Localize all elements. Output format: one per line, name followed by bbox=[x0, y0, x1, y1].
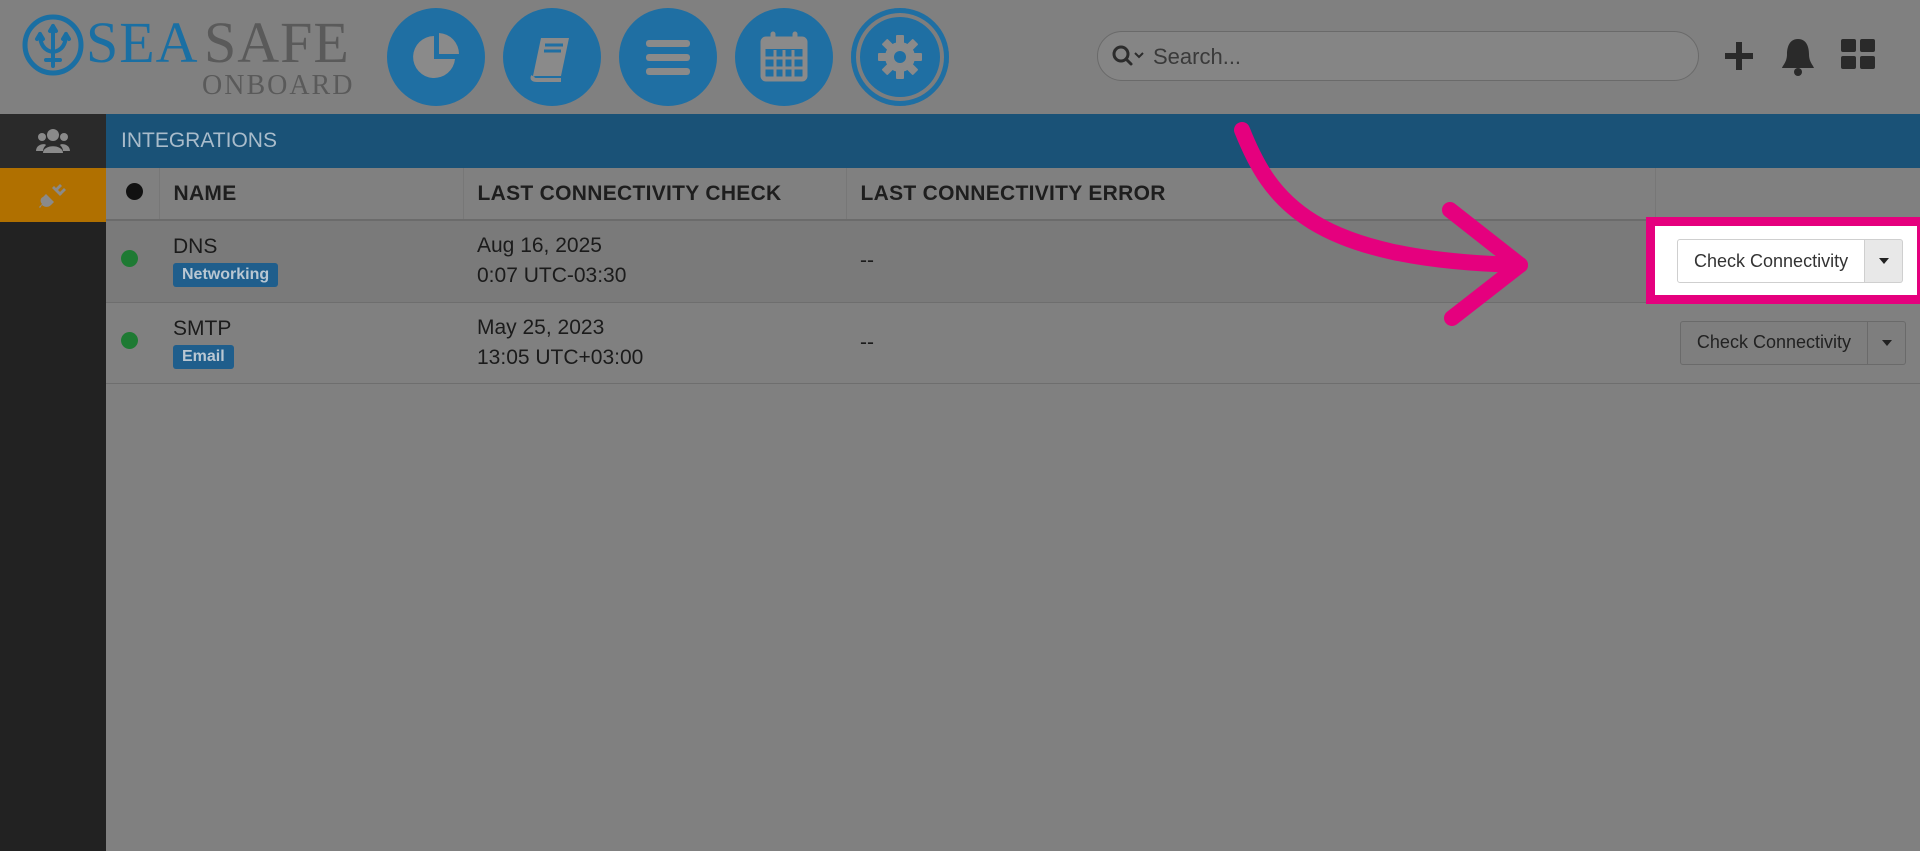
plug-icon bbox=[39, 184, 66, 208]
pie-chart-icon bbox=[413, 33, 459, 78]
check-connectivity-split-button: Check Connectivity bbox=[1679, 320, 1906, 365]
status-dot-header bbox=[126, 182, 143, 200]
plus-icon[interactable] bbox=[1723, 36, 1755, 76]
last-check-date: Aug 16, 2025 bbox=[477, 234, 602, 258]
nav-dashboard-button[interactable] bbox=[387, 8, 485, 106]
name-cell: SMTP Email bbox=[159, 302, 463, 384]
apps-grid-icon[interactable] bbox=[1840, 36, 1876, 72]
users-icon bbox=[36, 129, 70, 153]
logo-safe: SAFE bbox=[204, 10, 350, 75]
last-check-date: May 25, 2023 bbox=[477, 315, 605, 339]
column-header-actions bbox=[1655, 168, 1920, 221]
book-icon bbox=[530, 38, 569, 82]
name-cell: DNS Networking bbox=[159, 220, 463, 303]
table-row[interactable]: SMTP Email May 25, 2023 13:05 UTC+03:00 … bbox=[106, 302, 1920, 384]
search-input[interactable] bbox=[1151, 40, 1675, 74]
column-header-last-check[interactable]: LAST CONNECTIVITY CHECK bbox=[463, 168, 847, 221]
status-dot bbox=[121, 331, 138, 349]
last-check-time: 13:05 UTC+03:00 bbox=[477, 345, 644, 369]
last-check-time: 0:07 UTC-03:30 bbox=[477, 264, 627, 288]
last-check-cell: Aug 16, 2025 0:07 UTC-03:30 bbox=[463, 220, 846, 303]
integration-name: DNS bbox=[173, 235, 218, 259]
actions-cell: Check Connectivity bbox=[1655, 302, 1920, 384]
integration-name: SMTP bbox=[173, 316, 232, 340]
logo-sea: SEA bbox=[86, 10, 199, 75]
gear-icon bbox=[878, 35, 922, 79]
caret-down-icon bbox=[1878, 258, 1889, 264]
column-header-name[interactable]: NAME bbox=[159, 168, 464, 221]
list-icon bbox=[646, 40, 690, 75]
logo-onboard: ONBOARD bbox=[202, 70, 355, 101]
caret-down-icon bbox=[1881, 339, 1892, 346]
actions-dropdown-toggle[interactable] bbox=[1868, 320, 1906, 365]
section-title: INTEGRATIONS bbox=[106, 114, 1920, 168]
category-badge: Networking bbox=[173, 263, 279, 288]
left-sidebar bbox=[0, 114, 106, 851]
table-header-row: NAME LAST CONNECTIVITY CHECK LAST CONNEC… bbox=[106, 168, 1920, 221]
status-column-header[interactable] bbox=[106, 168, 160, 221]
check-connectivity-split-button-highlighted: Check Connectivity bbox=[1677, 239, 1904, 283]
actions-dropdown-toggle[interactable] bbox=[1865, 239, 1904, 283]
nav-settings-button[interactable] bbox=[851, 8, 949, 106]
sidebar-item-users[interactable] bbox=[0, 114, 106, 168]
seasafe-logo[interactable]: SEA SAFE ONBOARD bbox=[22, 10, 352, 100]
calendar-icon bbox=[760, 31, 808, 82]
annotation-arrow-icon bbox=[1234, 122, 1528, 326]
status-dot bbox=[121, 250, 138, 268]
nav-logbook-button[interactable] bbox=[503, 8, 601, 106]
bell-icon[interactable] bbox=[1779, 36, 1817, 76]
nav-calendar-button[interactable] bbox=[735, 8, 833, 106]
status-cell bbox=[106, 302, 159, 384]
check-connectivity-button[interactable]: Check Connectivity bbox=[1677, 239, 1866, 283]
last-check-cell: May 25, 2023 13:05 UTC+03:00 bbox=[463, 302, 846, 384]
category-badge: Email bbox=[173, 344, 234, 369]
check-connectivity-button[interactable]: Check Connectivity bbox=[1679, 320, 1868, 365]
search-bar[interactable] bbox=[1097, 31, 1699, 81]
sidebar-item-integrations[interactable] bbox=[0, 168, 106, 222]
status-cell bbox=[106, 220, 159, 303]
nav-menu-button[interactable] bbox=[619, 8, 717, 106]
search-icon[interactable] bbox=[1112, 45, 1146, 67]
top-bar: SEA SAFE ONBOARD bbox=[0, 0, 1920, 114]
trident-icon bbox=[22, 14, 84, 76]
